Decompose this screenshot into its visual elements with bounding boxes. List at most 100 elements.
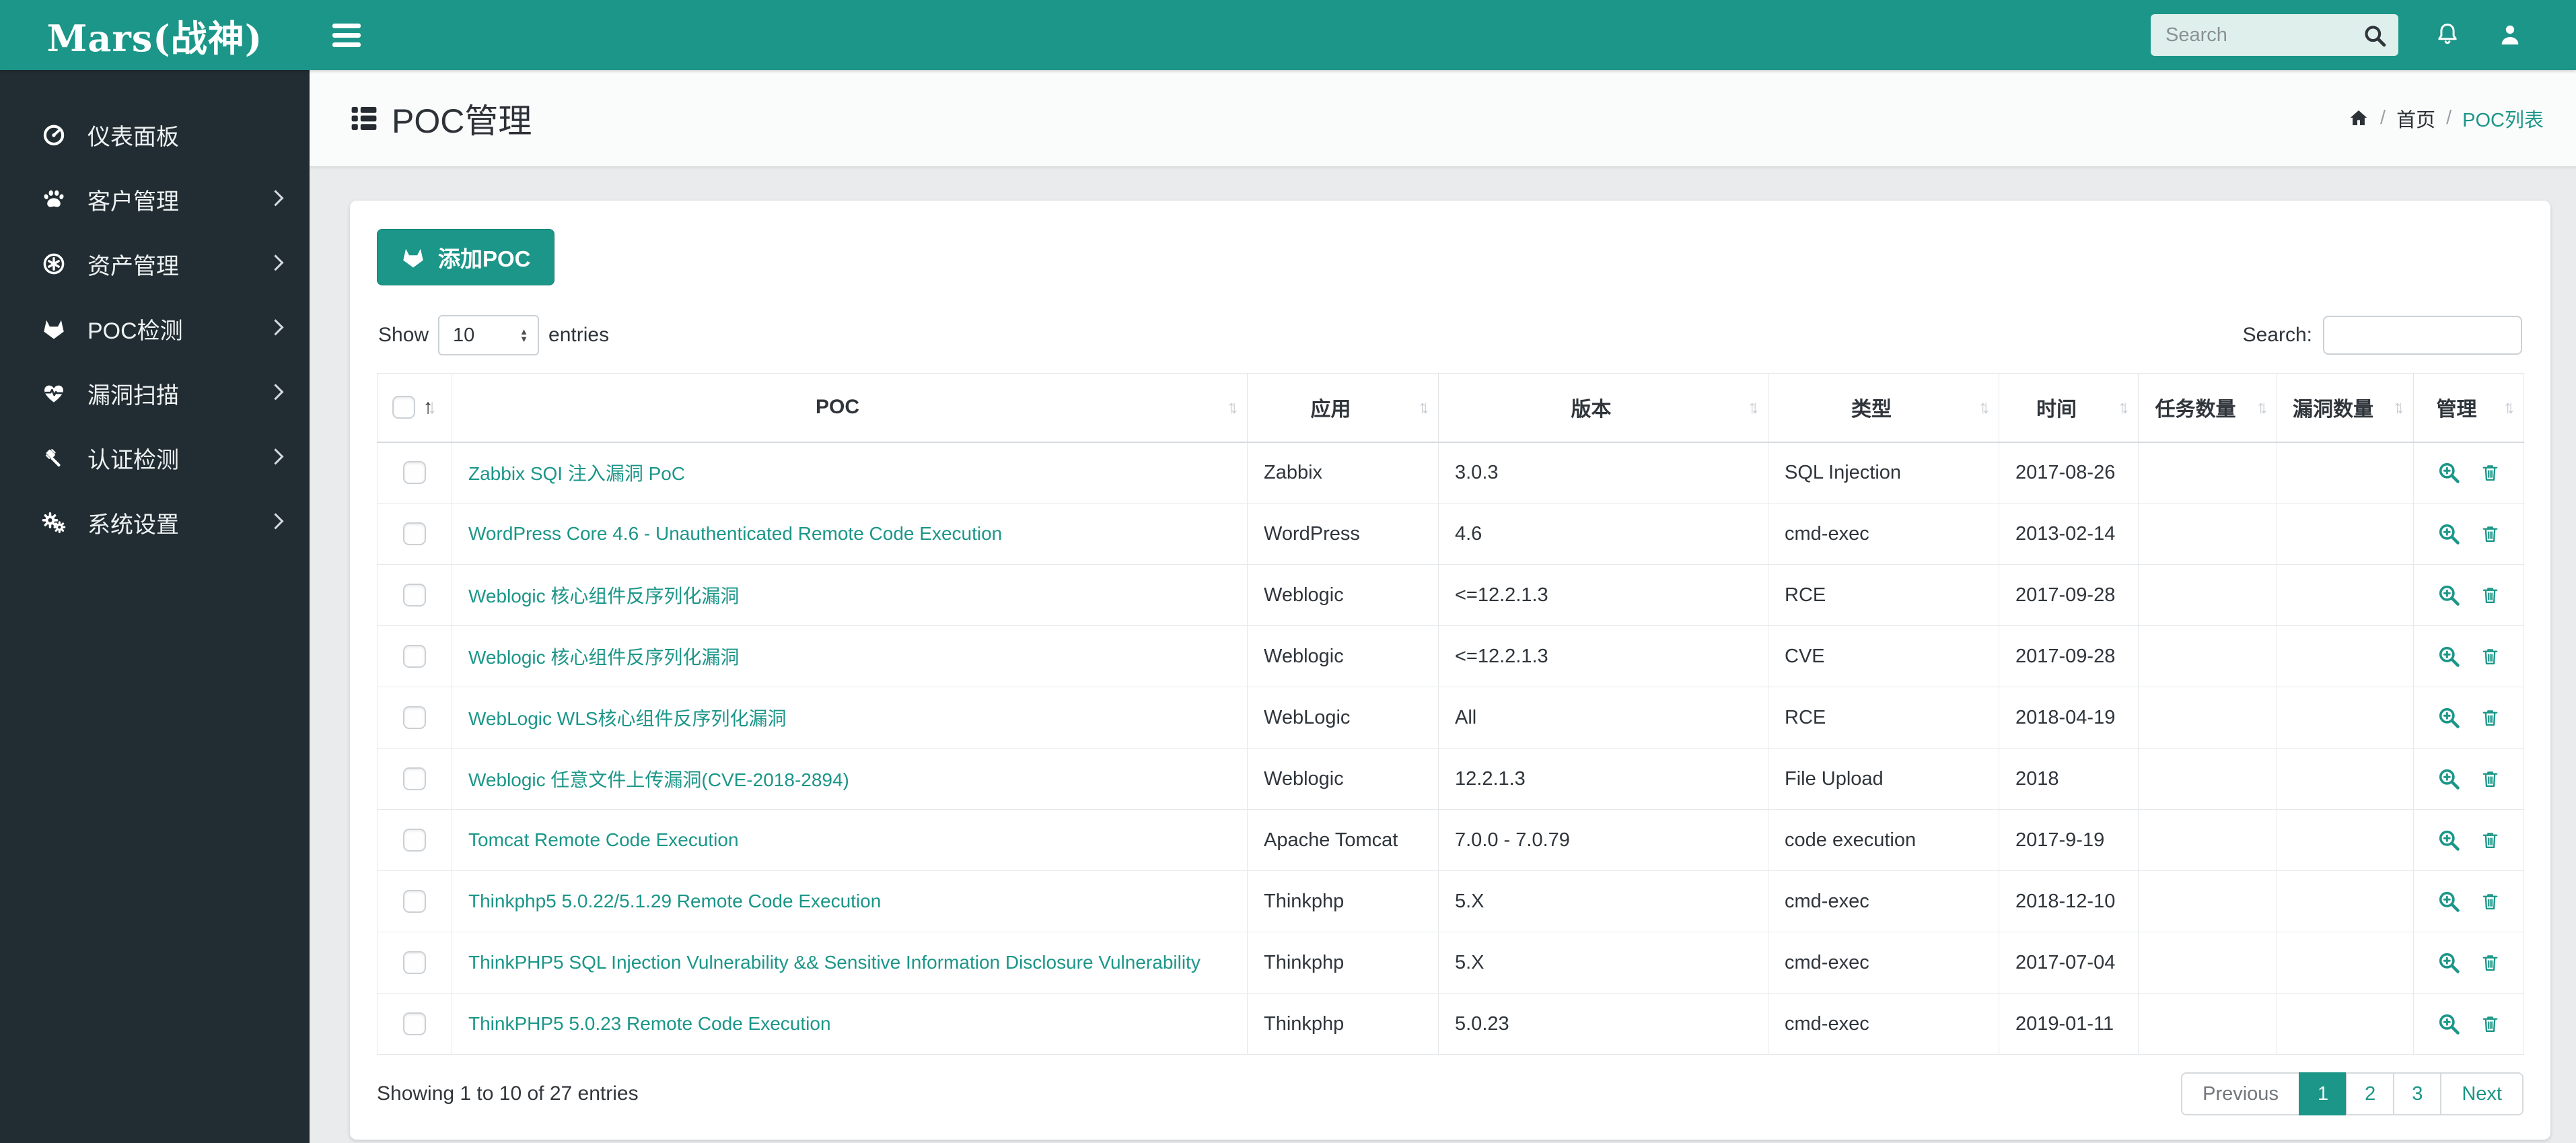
poc-link[interactable]: ThinkPHP5 5.0.23 Remote Code Execution bbox=[468, 1013, 831, 1034]
pagination-page-1[interactable]: 1 bbox=[2298, 1072, 2348, 1115]
poc-link[interactable]: WordPress Core 4.6 - Unauthenticated Rem… bbox=[468, 523, 1002, 544]
task-count-cell bbox=[2138, 748, 2277, 810]
sidebar-item-auth-detection[interactable]: 认证检测 bbox=[0, 425, 310, 490]
poc-link[interactable]: Thinkphp5 5.0.22/5.1.29 Remote Code Exec… bbox=[468, 891, 881, 911]
poc-link[interactable]: Weblogic 核心组件反序列化漏洞 bbox=[468, 647, 739, 668]
page-size-select[interactable]: 10 ▲ ▼ bbox=[438, 315, 540, 355]
content-header: POC管理 / 首页 / POC列表 bbox=[310, 70, 2576, 167]
row-checkbox[interactable] bbox=[403, 829, 426, 852]
delete-poc-button[interactable] bbox=[2480, 646, 2501, 667]
sidebar-item-dashboard[interactable]: 仪表面板 bbox=[0, 102, 310, 167]
time-cell: 2017-9-19 bbox=[1999, 809, 2139, 871]
view-poc-button[interactable] bbox=[2437, 705, 2461, 730]
view-poc-button[interactable] bbox=[2437, 889, 2461, 913]
row-checkbox[interactable] bbox=[403, 890, 426, 913]
vuln-count-cell bbox=[2277, 625, 2414, 687]
table-info: Showing 1 to 10 of 27 entries bbox=[377, 1082, 639, 1105]
sidebar-item-system-settings[interactable]: 系统设置 bbox=[0, 490, 310, 555]
row-checkbox[interactable] bbox=[403, 645, 426, 668]
table-search-group: Search: bbox=[2243, 316, 2522, 355]
delete-poc-button[interactable] bbox=[2480, 462, 2501, 483]
breadcrumb-home-link[interactable]: 首页 bbox=[2396, 104, 2435, 133]
type-cell: cmd-exec bbox=[1768, 870, 1999, 932]
task-count-cell bbox=[2138, 809, 2277, 871]
pagination-page-3[interactable]: 3 bbox=[2393, 1072, 2442, 1115]
delete-poc-button[interactable] bbox=[2480, 891, 2501, 912]
column-header-poc[interactable]: POC ↑↓ bbox=[452, 373, 1248, 443]
poc-link[interactable]: WebLogic WLS核心组件反序列化漏洞 bbox=[468, 708, 786, 729]
row-checkbox[interactable] bbox=[403, 584, 426, 607]
delete-poc-button[interactable] bbox=[2480, 524, 2501, 545]
poc-link[interactable]: Weblogic 核心组件反序列化漏洞 bbox=[468, 586, 739, 607]
delete-poc-button[interactable] bbox=[2480, 769, 2501, 790]
notifications-bell-icon[interactable] bbox=[2433, 21, 2462, 49]
row-checkbox[interactable] bbox=[403, 1012, 426, 1036]
task-count-cell bbox=[2138, 564, 2277, 626]
table-row: ThinkPHP5 5.0.23 Remote Code Execution Th… bbox=[377, 993, 2524, 1055]
home-icon[interactable] bbox=[2348, 108, 2369, 129]
delete-poc-button[interactable] bbox=[2480, 585, 2501, 606]
sidebar-item-vulnerability-scan[interactable]: 漏洞扫描 bbox=[0, 361, 310, 425]
row-checkbox[interactable] bbox=[403, 706, 426, 730]
column-header-manage[interactable]: 管理 ↑↓ bbox=[2413, 373, 2524, 443]
table-row: Weblogic 任意文件上传漏洞(CVE-2018-2894) Weblogic… bbox=[377, 748, 2524, 810]
table-search-input[interactable] bbox=[2323, 316, 2522, 355]
sidebar-toggle-button[interactable] bbox=[328, 15, 380, 55]
row-checkbox[interactable] bbox=[403, 461, 426, 485]
sidebar-item-label: 仪表面板 bbox=[87, 124, 179, 150]
column-header-vuln-count[interactable]: 漏洞数量 ↑↓ bbox=[2277, 373, 2414, 443]
view-poc-button[interactable] bbox=[2437, 522, 2461, 546]
vuln-count-cell bbox=[2277, 870, 2414, 932]
pagination-next[interactable]: Next bbox=[2440, 1072, 2524, 1115]
column-header-version[interactable]: 版本 ↑↓ bbox=[1438, 373, 1768, 443]
page-size-value: 10 bbox=[453, 324, 475, 346]
view-poc-button[interactable] bbox=[2437, 1012, 2461, 1036]
user-account-icon[interactable] bbox=[2497, 22, 2524, 48]
sidebar-item-customer-management[interactable]: 客户管理 bbox=[0, 167, 310, 232]
row-checkbox[interactable] bbox=[403, 951, 426, 975]
cogs-icon bbox=[38, 510, 70, 535]
sort-icon: ↑↓ bbox=[2118, 396, 2130, 417]
topbar-search bbox=[2151, 14, 2398, 56]
column-header-type[interactable]: 类型 ↑↓ bbox=[1768, 373, 1999, 443]
add-poc-button[interactable]: 添加POC bbox=[377, 229, 554, 285]
column-header-task-count[interactable]: 任务数量 ↑↓ bbox=[2138, 373, 2277, 443]
view-poc-button[interactable] bbox=[2437, 583, 2461, 607]
table-footer: Showing 1 to 10 of 27 entries Previous 1… bbox=[377, 1072, 2524, 1115]
row-checkbox[interactable] bbox=[403, 767, 426, 791]
delete-poc-button[interactable] bbox=[2480, 830, 2501, 851]
view-poc-button[interactable] bbox=[2437, 828, 2461, 852]
view-poc-button[interactable] bbox=[2437, 460, 2461, 485]
delete-poc-button[interactable] bbox=[2480, 707, 2501, 728]
delete-poc-button[interactable] bbox=[2480, 1014, 2501, 1035]
type-cell: File Upload bbox=[1768, 748, 1999, 810]
gitlab-fox-icon bbox=[400, 244, 426, 270]
version-cell: <=12.2.1.3 bbox=[1438, 564, 1768, 626]
pagination-page-2[interactable]: 2 bbox=[2346, 1072, 2395, 1115]
poc-link[interactable]: Weblogic 任意文件上传漏洞(CVE-2018-2894) bbox=[468, 769, 849, 790]
topbar-search-input[interactable] bbox=[2151, 14, 2398, 56]
poc-link[interactable]: Zabbix SQI 注入漏洞 PoC bbox=[468, 463, 685, 484]
select-all-checkbox[interactable] bbox=[392, 396, 415, 419]
poc-table: ↑↓ POC ↑↓ 应用 ↑↓ 版本 ↑↓ 类型 ↑↓ 时间 ↑↓ 任务数量 ↑↓ 漏洞数量 ↑↓ 管理 ↑↓… bbox=[377, 373, 2524, 1055]
poc-link[interactable]: ThinkPHP5 SQL Injection Vulnerability &&… bbox=[468, 952, 1201, 973]
column-header-select[interactable]: ↑↓ bbox=[377, 373, 452, 443]
view-poc-button[interactable] bbox=[2437, 767, 2461, 791]
table-controls: Show 10 ▲ ▼ entries Search: bbox=[378, 315, 2522, 355]
column-header-app[interactable]: 应用 ↑↓ bbox=[1247, 373, 1439, 443]
time-cell: 2019-01-11 bbox=[1999, 993, 2139, 1055]
view-poc-button[interactable] bbox=[2437, 950, 2461, 975]
view-poc-button[interactable] bbox=[2437, 644, 2461, 668]
content-area: 添加POC Show 10 ▲ ▼ entries Search: ↑↓ POC… bbox=[310, 167, 2576, 1143]
pagination-previous[interactable]: Previous bbox=[2181, 1072, 2300, 1115]
poc-link[interactable]: Tomcat Remote Code Execution bbox=[468, 829, 739, 850]
sidebar-item-poc-detection[interactable]: POC检测 bbox=[0, 296, 310, 361]
chevron-right-icon bbox=[267, 448, 284, 465]
sidebar-item-asset-management[interactable]: 资产管理 bbox=[0, 232, 310, 296]
row-checkbox[interactable] bbox=[403, 522, 426, 546]
column-header-time[interactable]: 时间 ↑↓ bbox=[1999, 373, 2139, 443]
brand-logo[interactable]: Mars(战神) bbox=[0, 0, 310, 70]
app-cell: Zabbix bbox=[1247, 442, 1439, 504]
search-icon[interactable] bbox=[2362, 23, 2388, 48]
delete-poc-button[interactable] bbox=[2480, 952, 2501, 973]
